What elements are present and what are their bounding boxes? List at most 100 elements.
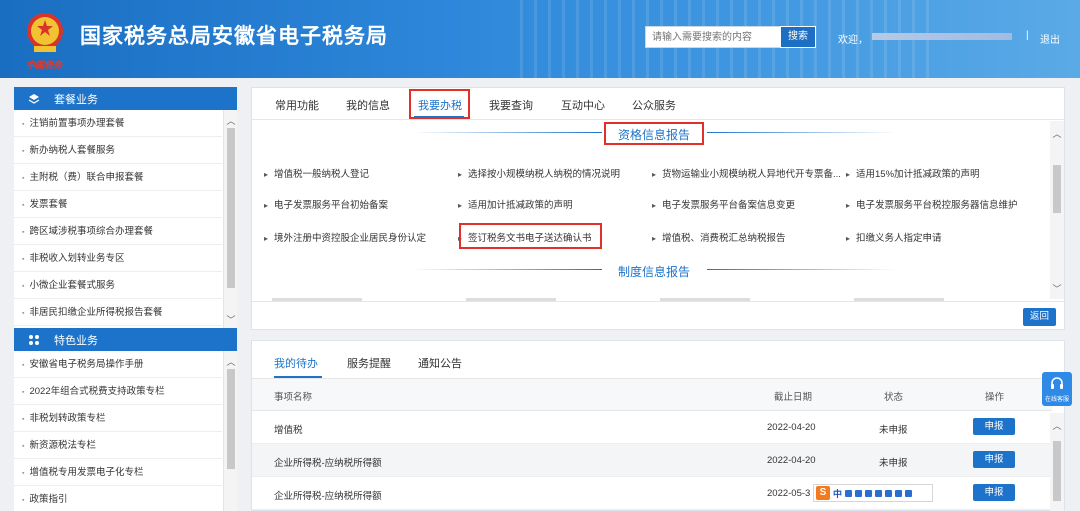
tax-emblem-icon [27, 13, 63, 52]
divider-line [412, 132, 602, 133]
scroll-thumb[interactable] [1053, 441, 1061, 501]
top-header: 中国税务 国家税务总局安徽省电子税务局 搜索 欢迎， | 退出 [0, 0, 1080, 78]
emoji-icon[interactable] [855, 489, 863, 497]
task-deadline: 2022-04-20 [767, 455, 816, 466]
site-title: 国家税务总局安徽省电子税务局 [80, 25, 388, 48]
clipped-link-row [252, 288, 1052, 302]
divider-line [707, 269, 897, 270]
tab-service-reminder[interactable]: 服务提醒 [347, 355, 391, 371]
tab-query[interactable]: 我要查询 [489, 97, 533, 113]
table-row: 增值税 2022-04-20 未申报 申报 [252, 411, 1052, 444]
back-button[interactable]: 返回 [1023, 308, 1056, 326]
sidebar-item[interactable]: 主附税（费）联合申报套餐 [14, 164, 222, 191]
tasks-tabs: 我的待办 服务提醒 通知公告 [252, 341, 1064, 379]
tasks-panel: 我的待办 服务提醒 通知公告 事项名称 截止日期 状态 操作 增值税 2022-… [251, 340, 1065, 511]
column-header: 状态 [884, 392, 904, 403]
declare-button[interactable]: 申报 [973, 484, 1015, 501]
service-link[interactable]: 适用加计抵减政策的声明 [458, 197, 573, 211]
sidebar-section-featured[interactable]: 特色业务 [14, 328, 237, 351]
skin-icon[interactable] [895, 489, 903, 497]
declare-button[interactable]: 申报 [973, 451, 1015, 468]
table-header: 事项名称 截止日期 状态 操作 [252, 379, 1052, 411]
active-tab-indicator [274, 376, 322, 378]
divider-line [707, 132, 897, 133]
services-scrollbar[interactable]: ︿ ﹀ [1050, 121, 1064, 299]
chevron-down-icon[interactable]: ﹀ [1050, 282, 1064, 295]
sidebar-section-package[interactable]: 套餐业务 [14, 87, 237, 110]
service-link[interactable]: 电子发票服务平台税控服务器信息维护 [846, 197, 1018, 211]
sidebar-item[interactable]: 政策指引 [14, 486, 222, 511]
sidebar-item[interactable]: 非税收入划转业务专区 [14, 245, 222, 272]
sidebar-item[interactable]: 跨区域涉税事项综合办理套餐 [14, 218, 222, 245]
chevron-up-icon[interactable]: ︿ [1050, 127, 1064, 140]
header-separator: | [1026, 30, 1029, 41]
services-panel: 常用功能 我的信息 我要办税 我要查询 互动中心 公众服务 资格信息报告 增值税… [251, 87, 1065, 330]
declare-button[interactable]: 申报 [973, 418, 1015, 435]
tasks-scrollbar[interactable]: ︿ [1050, 413, 1064, 511]
user-icon[interactable] [885, 489, 893, 497]
chevron-up-icon[interactable]: ︿ [224, 114, 238, 127]
masked-username [872, 33, 1012, 40]
tab-interaction[interactable]: 互动中心 [561, 97, 605, 113]
sidebar: 套餐业务 注销前置事项办理套餐 新办纳税人套餐服务 主附税（费）联合申报套餐 发… [14, 87, 237, 511]
highlight-box [409, 89, 470, 119]
headset-icon [1051, 377, 1063, 389]
divider-line [252, 301, 1064, 302]
sidebar-section-title: 套餐业务 [54, 93, 98, 106]
service-link[interactable]: 境外注册中资控股企业居民身份认定 [264, 230, 426, 244]
sidebar-item[interactable]: 增值税专用发票电子化专栏 [14, 459, 222, 486]
service-link[interactable]: 增值税一般纳税人登记 [264, 166, 369, 180]
sidebar-item[interactable]: 非税划转政策专栏 [14, 405, 222, 432]
sidebar-item[interactable]: 小微企业套餐式服务 [14, 272, 222, 299]
service-link[interactable]: 增值税、消费税汇总纳税报告 [652, 230, 786, 244]
sidebar-item[interactable]: 注销前置事项办理套餐 [14, 110, 222, 137]
punctuation-icon[interactable] [845, 489, 853, 497]
tab-common[interactable]: 常用功能 [275, 97, 319, 113]
online-service-button[interactable]: 在线客服 [1042, 372, 1072, 406]
divider-line [412, 269, 602, 270]
task-deadline: 2022-04-20 [767, 422, 816, 433]
tab-my-todo[interactable]: 我的待办 [274, 355, 318, 371]
sidebar-item[interactable]: 发票套餐 [14, 191, 222, 218]
sidebar-item[interactable]: 新资源税法专栏 [14, 432, 222, 459]
layers-icon [28, 93, 40, 105]
package-list: 注销前置事项办理套餐 新办纳税人套餐服务 主附税（费）联合申报套餐 发票套餐 跨… [14, 110, 237, 328]
table-row: 企业所得税-应纳税所得额 2022-04-20 未申报 申报 [252, 444, 1052, 477]
chevron-up-icon[interactable]: ︿ [224, 355, 238, 368]
tab-public-service[interactable]: 公众服务 [632, 97, 676, 113]
service-link[interactable]: 扣缴义务人指定申请 [846, 230, 942, 244]
search-input[interactable] [645, 26, 781, 48]
table-row: 企业所得税-应纳税所得额 2022-05-3 S 中 申报 [252, 477, 1052, 510]
sidebar-item[interactable]: 非居民扣缴企业所得税报告套餐 [14, 299, 222, 326]
scroll-thumb[interactable] [1053, 165, 1061, 213]
microphone-icon[interactable] [865, 489, 873, 497]
sidebar-item[interactable]: 安徽省电子税务局操作手册 [14, 351, 222, 378]
task-deadline: 2022-05-3 [767, 488, 811, 499]
sidebar-scrollbar[interactable]: ︿ [223, 351, 237, 511]
ime-mode[interactable]: 中 [833, 487, 842, 500]
keyboard-icon[interactable] [875, 489, 883, 497]
scroll-thumb[interactable] [227, 369, 235, 469]
search-button[interactable]: 搜索 [780, 26, 816, 48]
task-status: 未申报 [879, 458, 908, 469]
task-name: 企业所得税-应纳税所得额 [274, 491, 382, 502]
chevron-up-icon[interactable]: ︿ [1050, 419, 1064, 432]
sidebar-scrollbar[interactable]: ︿ ﹀ [223, 110, 237, 328]
column-header: 操作 [985, 392, 1005, 403]
service-link[interactable]: 适用15%加计抵减政策的声明 [846, 166, 980, 180]
logo-text: 中国税务 [26, 61, 63, 71]
service-link[interactable]: 货物运输业小规模纳税人异地代开专票备... [652, 166, 841, 180]
service-link[interactable]: 电子发票服务平台初始备案 [264, 197, 388, 211]
sidebar-item[interactable]: 新办纳税人套餐服务 [14, 137, 222, 164]
logout-link[interactable]: 退出 [1040, 31, 1060, 46]
service-link[interactable]: 电子发票服务平台备案信息变更 [652, 197, 795, 211]
scroll-thumb[interactable] [227, 128, 235, 288]
service-link[interactable]: 选择按小规模纳税人纳税的情况说明 [458, 166, 620, 180]
task-status: 未申报 [879, 425, 908, 436]
tab-notice[interactable]: 通知公告 [418, 355, 462, 371]
tab-my-info[interactable]: 我的信息 [346, 97, 390, 113]
sidebar-item[interactable]: 2022年组合式税费支持政策专栏 [14, 378, 222, 405]
ime-toolbar[interactable]: S 中 [813, 484, 933, 502]
grid-icon[interactable] [905, 489, 913, 497]
chevron-down-icon[interactable]: ﹀ [224, 313, 238, 326]
